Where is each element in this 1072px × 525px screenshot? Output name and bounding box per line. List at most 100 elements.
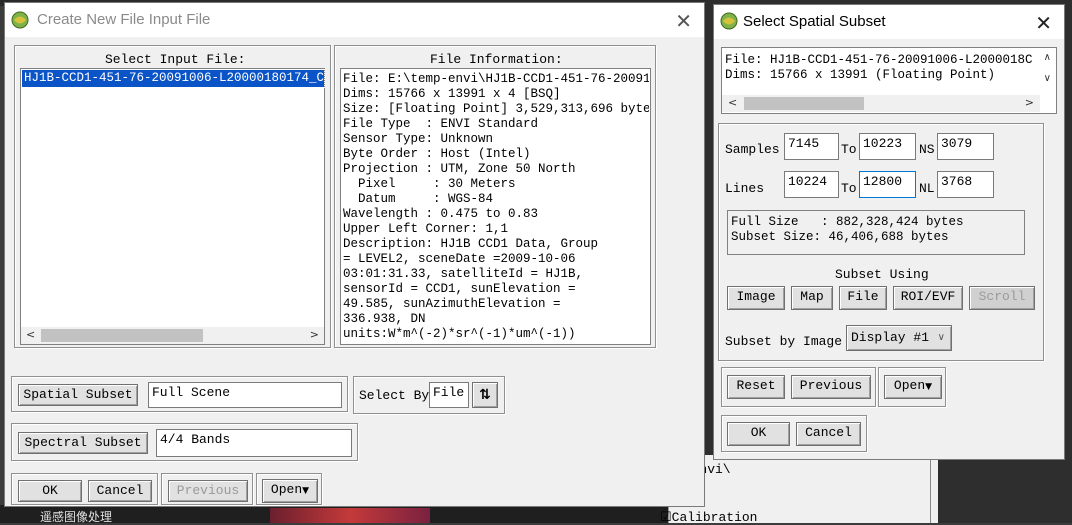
ns-label: NS [919, 142, 935, 157]
input-file-list-item[interactable]: HJ1B-CCD1-451-76-20091006-L20000180174_C [21, 69, 325, 88]
select-by-field: File [429, 382, 469, 408]
subset-ok-button[interactable]: OK [727, 422, 790, 446]
spectral-subset-button[interactable]: Spectral Subset [18, 432, 148, 454]
background-window-text: 遥感图像处理 [40, 510, 113, 524]
file-information-lines: File: E:\temp-envi\HJ1B-CCD1-451-76-2009… [343, 72, 649, 342]
chevron-down-icon: ∨ [937, 332, 945, 343]
subset-previous-button[interactable]: Previous [791, 375, 871, 399]
ok-button[interactable]: OK [18, 480, 82, 502]
dropdown-caret-icon: ▼ [302, 486, 310, 496]
scroll-right-arrow-icon[interactable]: > [310, 328, 319, 341]
nl-label: NL [919, 181, 935, 196]
spatial-subset-button[interactable]: Spatial Subset [18, 384, 138, 406]
input-file-list-scroll-thumb[interactable] [41, 329, 203, 342]
subset-open-group: Open▼ [878, 367, 946, 407]
right-window-titlebar: Select Spatial Subset ✕ [714, 5, 1064, 39]
file-info-line: 03:01:31.33, satelliteId = HJ1B, [343, 267, 584, 281]
subset-open-label: Open [893, 378, 926, 393]
subset-size-text: Subset Size: 46,406,688 bytes [731, 230, 949, 244]
spatial-subset-field: Full Scene [148, 382, 342, 408]
spectral-subset-group: Spectral Subset 4/4 Bands [11, 423, 358, 461]
spatial-subset-group: Spatial Subset Full Scene [11, 376, 348, 412]
subset-info-scroll-thumb[interactable] [744, 97, 864, 110]
file-info-line: Datum : WGS-84 [343, 192, 494, 206]
size-info-box: Full Size : 882,328,424 bytes Subset Siz… [727, 210, 1025, 255]
subset-file-info-hscrollbar[interactable]: < > [722, 95, 1040, 112]
file-info-line: 49.585, sunAzimuthElevation = [343, 297, 561, 311]
left-window-title: Create New File Input File [37, 11, 211, 28]
display-select-value: Display #1 [851, 330, 930, 345]
subset-file-button[interactable]: File [839, 286, 887, 310]
subset-map-button[interactable]: Map [791, 286, 833, 310]
samples-from-input[interactable]: 7145 [784, 133, 839, 160]
spectral-subset-field: 4/4 Bands [156, 429, 352, 457]
file-info-line: File: E:\temp-envi\HJ1B-CCD1-451-76-2009… [343, 72, 649, 86]
reset-previous-group: Reset Previous [721, 367, 876, 407]
select-input-file-label: Select Input File: [105, 52, 246, 67]
background-panel-divider [930, 455, 931, 523]
file-information-group: File Information: File: E:\temp-envi\HJ1… [334, 45, 656, 348]
subset-file-info-box: File: HJ1B-CCD1-451-76-20091006-L2000018… [721, 47, 1057, 114]
reset-button[interactable]: Reset [727, 375, 785, 399]
subset-open-menu-button[interactable]: Open▼ [884, 375, 942, 399]
sort-arrows-icon: ⇅ [479, 387, 491, 403]
envi-globe-icon [720, 12, 738, 30]
file-info-line: Pixel : 30 Meters [343, 177, 516, 191]
full-size-text: Full Size : 882,328,424 bytes [731, 215, 964, 229]
envi-globe-icon [11, 11, 29, 29]
sort-toggle-button[interactable]: ⇅ [472, 382, 498, 408]
file-info-line: Dims: 15766 x 13991 x 4 [BSQ] [343, 87, 561, 101]
scroll-right-arrow-icon[interactable]: > [1025, 96, 1034, 109]
samples-to-input[interactable]: 10223 [859, 133, 916, 160]
scroll-left-arrow-icon[interactable]: < [728, 96, 737, 109]
create-new-file-input-window: Create New File Input File ✕ Select Inpu… [4, 2, 705, 507]
select-input-file-group: Select Input File: HJ1B-CCD1-451-76-2009… [14, 45, 331, 348]
subset-using-label: Subset Using [835, 267, 929, 282]
samples-to-label: To [841, 142, 857, 157]
select-spatial-subset-window: Select Spatial Subset ✕ File: HJ1B-CCD1-… [713, 4, 1065, 460]
file-info-line: Upper Left Corner: 1,1 [343, 222, 509, 236]
scroll-down-arrow-icon[interactable]: ∨ [1044, 73, 1051, 84]
open-label: Open [270, 482, 303, 497]
scroll-left-arrow-icon[interactable]: < [26, 328, 35, 341]
open-group: Open▼ [256, 473, 322, 505]
ns-input[interactable]: 3079 [937, 133, 994, 160]
file-info-line: units:W*m^(-2)*sr^(-1)*um^(-1)) [343, 327, 576, 341]
file-info-line: 336.938, DN [343, 312, 426, 326]
file-info-line: sensorId = CCD1, sunElevation = [343, 282, 576, 296]
open-menu-button[interactable]: Open▼ [262, 479, 318, 503]
subset-image-button[interactable]: Image [727, 286, 785, 310]
file-info-line: Wavelength : 0.475 to 0.83 [343, 207, 539, 221]
input-file-list[interactable]: HJ1B-CCD1-451-76-20091006-L20000180174_C… [20, 68, 325, 345]
file-info-line: Description: HJ1B CCD1 Data, Group [343, 237, 599, 251]
lines-to-label: To [841, 181, 857, 196]
lines-to-input[interactable]: 12800 [859, 171, 916, 198]
subset-dims-line: Dims: 15766 x 13991 (Floating Point) [725, 68, 996, 82]
select-by-group: Select By File ⇅ [353, 376, 505, 414]
subset-scroll-button[interactable]: Scroll [969, 286, 1035, 310]
file-info-line: Byte Order : Host (Intel) [343, 147, 531, 161]
lines-from-input[interactable]: 10224 [784, 171, 839, 198]
input-file-list-hscrollbar[interactable]: < > [21, 327, 324, 344]
subset-by-image-label: Subset by Image [725, 334, 843, 349]
subset-parameters-group: Samples 7145 To 10223 NS 3079 Lines 1022… [718, 123, 1044, 361]
file-information-text: File: E:\temp-envi\HJ1B-CCD1-451-76-2009… [340, 68, 651, 345]
scroll-up-arrow-icon[interactable]: ∧ [1044, 52, 1051, 63]
right-window-title: Select Spatial Subset [743, 13, 886, 30]
previous-group: Previous [161, 473, 253, 505]
display-select[interactable]: Display #1 ∨ [846, 325, 952, 351]
cancel-button[interactable]: Cancel [88, 480, 152, 502]
right-window-close-icon[interactable]: ✕ [1035, 11, 1052, 35]
subset-roi-evf-button[interactable]: ROI/EVF [893, 286, 963, 310]
lines-label: Lines [725, 181, 765, 196]
select-by-label: Select By [359, 388, 430, 403]
subset-ok-cancel-group: OK Cancel [721, 415, 867, 452]
file-info-line: Sensor Type: Unknown [343, 132, 494, 146]
left-window-titlebar: Create New File Input File ✕ [5, 3, 704, 37]
file-info-line: = LEVEL2, sceneDate =2009-10-06 [343, 252, 576, 266]
left-window-close-icon[interactable]: ✕ [675, 9, 692, 33]
subset-cancel-button[interactable]: Cancel [796, 422, 861, 446]
previous-button[interactable]: Previous [168, 480, 248, 502]
ok-cancel-group: OK Cancel [11, 473, 158, 505]
nl-input[interactable]: 3768 [937, 171, 994, 198]
